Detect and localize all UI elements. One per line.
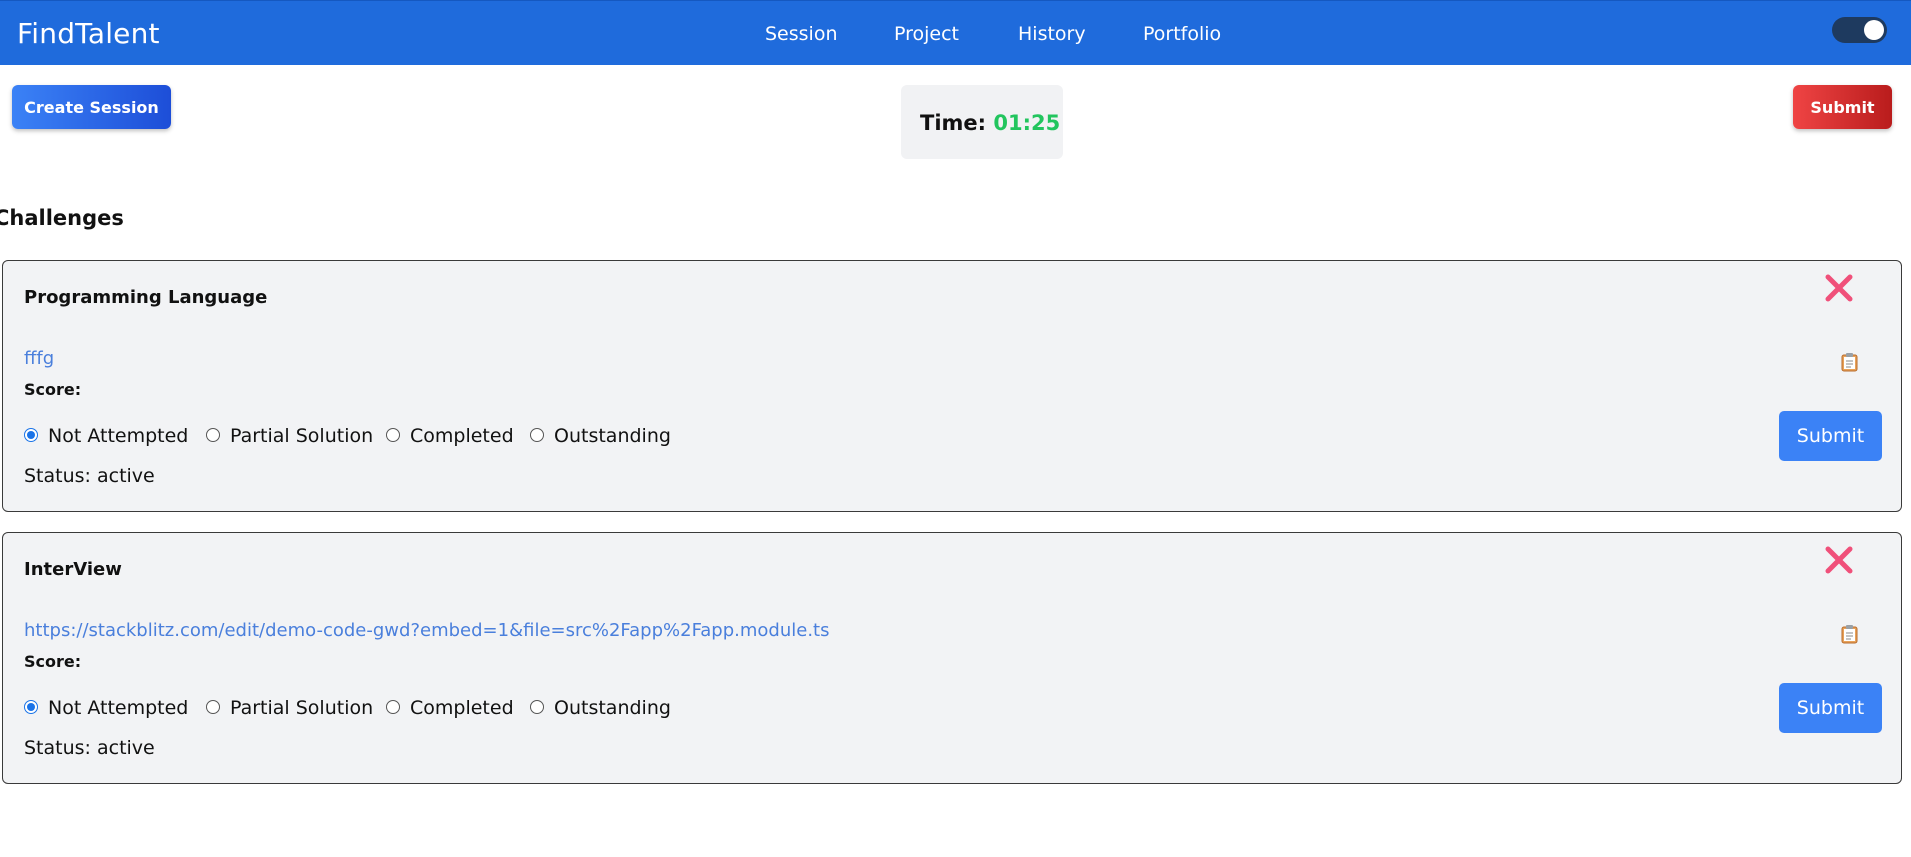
radio-label: Completed — [410, 697, 514, 719]
radio-outstanding[interactable]: Outstanding — [530, 697, 671, 719]
challenge-link[interactable]: https://stackblitz.com/edit/demo-code-gw… — [24, 620, 830, 641]
timer-value: 01:25 — [993, 111, 1061, 135]
radio-button[interactable] — [386, 427, 400, 442]
radio-label: Outstanding — [554, 425, 671, 447]
status-text: Status: active — [24, 737, 155, 759]
radio-not-attempted[interactable]: Not Attempted — [24, 425, 188, 447]
radio-button[interactable] — [24, 427, 38, 442]
nav-link-history[interactable]: History — [1018, 23, 1086, 45]
radio-button[interactable] — [530, 427, 544, 442]
radio-label: Not Attempted — [48, 697, 189, 719]
radio-button[interactable] — [206, 427, 220, 442]
clipboard-icon[interactable] — [1841, 352, 1858, 372]
radio-partial-solution[interactable]: Partial Solution — [206, 425, 373, 447]
top-navbar: FindTalent Session Project History Portf… — [0, 0, 1911, 65]
nav-link-project[interactable]: Project — [894, 23, 959, 45]
radio-completed[interactable]: Completed — [386, 425, 514, 447]
status-text: Status: active — [24, 465, 155, 487]
toggle-knob — [1864, 20, 1884, 40]
timer-label: Time: — [920, 111, 987, 135]
nav-link-session[interactable]: Session — [765, 23, 838, 45]
radio-button[interactable] — [530, 699, 544, 714]
challenge-title: Programming Language — [24, 287, 268, 308]
timer-box: Time: 01:25 — [901, 85, 1063, 159]
submit-score-button[interactable]: Submit — [1779, 411, 1882, 461]
radio-partial-solution[interactable]: Partial Solution — [206, 697, 373, 719]
challenge-card: InterView https://stackblitz.com/edit/de… — [2, 532, 1902, 784]
radio-button[interactable] — [206, 699, 220, 714]
score-label: Score: — [24, 380, 82, 399]
clipboard-icon[interactable] — [1841, 624, 1858, 644]
nav-link-portfolio[interactable]: Portfolio — [1143, 23, 1221, 45]
radio-button[interactable] — [386, 699, 400, 714]
challenges-heading: Challenges — [0, 206, 124, 230]
challenge-card: Programming Language fffg Score: Not Att… — [2, 260, 1902, 512]
close-icon[interactable] — [1821, 542, 1857, 578]
challenge-link[interactable]: fffg — [24, 348, 54, 369]
radio-label: Completed — [410, 425, 514, 447]
radio-label: Not Attempted — [48, 425, 189, 447]
submit-session-button[interactable]: Submit — [1793, 85, 1892, 129]
close-icon[interactable] — [1821, 270, 1857, 306]
radio-completed[interactable]: Completed — [386, 697, 514, 719]
timer-text: Time: 01:25 — [920, 111, 1060, 135]
radio-outstanding[interactable]: Outstanding — [530, 425, 671, 447]
score-label: Score: — [24, 652, 82, 671]
radio-not-attempted[interactable]: Not Attempted — [24, 697, 188, 719]
create-session-button[interactable]: Create Session — [12, 85, 171, 129]
nav-links: Session Project History Portfolio — [0, 23, 1911, 49]
theme-toggle[interactable] — [1832, 17, 1887, 43]
radio-button[interactable] — [24, 699, 38, 714]
challenge-title: InterView — [24, 559, 122, 580]
radio-label: Partial Solution — [230, 697, 374, 719]
radio-label: Outstanding — [554, 697, 671, 719]
radio-label: Partial Solution — [230, 425, 374, 447]
submit-score-button[interactable]: Submit — [1779, 683, 1882, 733]
